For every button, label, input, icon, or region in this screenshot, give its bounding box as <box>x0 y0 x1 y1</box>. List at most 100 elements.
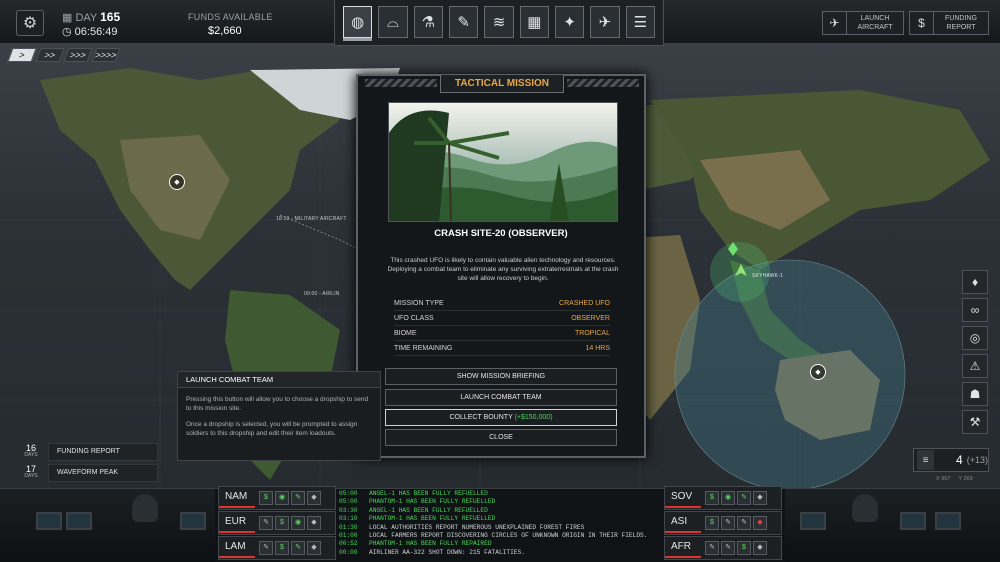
crash-site-title: CRASH SITE-20 (OBSERVER) <box>434 228 568 239</box>
stat-value: CRASHED UFO <box>559 299 610 307</box>
days-unit: DAYS <box>24 473 38 479</box>
regions-left: NAM $ ◉ ✎ ◆ EUR ✎ $ ◉ ◆ LAM ✎ $ ✎ ◆ <box>218 486 336 561</box>
wrench-icon: ✎ <box>737 491 751 505</box>
coord-y: Y 269 <box>958 476 973 482</box>
tactical-mission-dialog: TACTICAL MISSION CRASH SITE-20 (OBSERVER… <box>356 74 646 458</box>
log-time: 00:52 <box>339 540 358 548</box>
launch-combat-team-button[interactable]: LAUNCH COMBAT TEAM <box>385 389 617 406</box>
log-row: 00:00 AIRLINER AA-322 SHOT DOWN: 215 FATA… <box>339 549 661 557</box>
speed-1-button[interactable]: > <box>7 48 37 62</box>
log-row: 01:00 LOCAL FARMERS REPORT DISCOVERING CI… <box>339 532 661 540</box>
stat-key: MISSION TYPE <box>394 299 444 307</box>
cursor-coords: X 967 Y 269 <box>936 476 973 482</box>
speed-4-button[interactable]: >>>> <box>91 48 121 62</box>
binoculars-icon[interactable]: ∞ <box>962 298 988 322</box>
funding-icon: $ <box>737 541 751 555</box>
log-message: ANGEL-1 HAS BEEN FULLY REFUELLED <box>369 506 488 514</box>
wrench-icon: ✎ <box>259 541 273 555</box>
log-time: 00:00 <box>339 548 358 556</box>
log-time: 01:00 <box>339 532 358 540</box>
launch-aircraft-button[interactable]: ✈ LAUNCH AIRCRAFT <box>822 11 904 35</box>
top-bar: ⚙ ▦ DAY 165 ◷ 06:56:49 FUNDS AVAILABLE $… <box>0 0 1000 46</box>
region-afr[interactable]: AFR ✎ ✎ $ ◆ <box>664 536 782 560</box>
log-message: AIRLINER AA-322 SHOT DOWN: 215 FATALITIE… <box>369 548 525 556</box>
region-sov[interactable]: SOV $ ◉ ✎ ◆ <box>664 486 782 510</box>
flight-label-military: 18:10 - MILITARY AIRCRAFT <box>276 216 347 222</box>
base-marker[interactable]: ◆ <box>810 364 826 380</box>
geoscape-icon[interactable]: ◍ <box>343 6 373 38</box>
stat-key: UFO CLASS <box>394 314 434 322</box>
research-icon[interactable]: ⚗ <box>413 6 443 38</box>
stat-key: TIME REMAINING <box>394 344 453 352</box>
radar-icon[interactable]: ◎ <box>962 326 988 350</box>
wrench-icon: ✎ <box>291 491 305 505</box>
soldier-count[interactable]: ≡ 4 (+13) <box>913 448 989 472</box>
log-message: LOCAL FARMERS REPORT DISCOVERING CIRCLES… <box>369 532 648 540</box>
event-log: 05:00 ANGEL-1 HAS BEEN FULLY REFUELLED 05… <box>339 490 661 560</box>
aircraft-icon[interactable]: ✈ <box>590 6 620 38</box>
days-unit: DAYS <box>24 452 38 458</box>
event-label: WAVEFORM PEAK <box>48 464 158 482</box>
engineering-icon[interactable]: ✎ <box>448 6 479 38</box>
region-nam[interactable]: NAM $ ◉ ✎ ◆ <box>218 486 336 510</box>
close-button[interactable]: CLOSE <box>385 429 617 446</box>
clock-value: 06:56:49 <box>74 26 118 38</box>
shield-icon: ◆ <box>307 491 321 505</box>
archive-icon[interactable]: ☰ <box>625 6 655 38</box>
log-message: PHANTOM-1 HAS BEEN FULLY REFUELLED <box>369 515 496 523</box>
log-time: 05:00 <box>339 498 358 506</box>
base-marker[interactable]: ◆ <box>169 174 185 190</box>
wrench-icon: ✎ <box>705 541 719 555</box>
event-label: FUNDING REPORT <box>48 443 158 461</box>
tooltip-paragraph: Pressing this button will allow you to c… <box>186 396 369 412</box>
log-row: 05:00 PHANTOM-1 HAS BEEN FULLY REFUELLED <box>339 498 661 506</box>
upcoming-event-waveform-peak[interactable]: 17 DAYS WAVEFORM PEAK <box>20 464 158 482</box>
tooltip-title: LAUNCH COMBAT TEAM <box>178 372 380 388</box>
monitor <box>180 512 206 530</box>
region-lam[interactable]: LAM ✎ $ ✎ ◆ <box>218 536 336 560</box>
right-toolbar: ♦ ∞ ◎ ⚠ ☗ ⚒ <box>962 270 988 434</box>
shield-icon: ◆ <box>307 516 321 530</box>
warning-icon[interactable]: ⚠ <box>962 354 988 378</box>
launch-aircraft-label: LAUNCH AIRCRAFT <box>857 15 893 31</box>
shield-icon: ◆ <box>753 541 767 555</box>
funding-report-button[interactable]: $ FUNDING REPORT <box>909 11 989 35</box>
log-row: 05:00 ANGEL-1 HAS BEEN FULLY REFUELLED <box>339 490 661 498</box>
hangar-icon[interactable]: ⌓ <box>378 6 408 38</box>
days-counter: 16 DAYS <box>20 444 42 459</box>
upcoming-event-funding-report[interactable]: 16 DAYS FUNDING REPORT <box>20 443 158 461</box>
eye-icon: ◉ <box>291 516 305 530</box>
wrench-icon: ✎ <box>721 516 735 530</box>
speed-2-button[interactable]: >> <box>35 48 65 62</box>
region-asi[interactable]: ASI $ ✎ ✎ ◆ <box>664 511 782 535</box>
jungle-scene-image <box>388 102 618 222</box>
show-mission-briefing-button[interactable]: SHOW MISSION BRIEFING <box>385 368 617 385</box>
log-time: 01:30 <box>339 523 358 531</box>
crystal-icon[interactable]: ♦ <box>962 270 988 294</box>
log-message: PHANTOM-1 HAS BEEN FULLY REFUELLED <box>369 498 496 506</box>
engineering-icon[interactable]: ⚒ <box>962 410 988 434</box>
weapons-icon[interactable]: ✦ <box>554 6 585 38</box>
region-name: NAM <box>219 488 255 508</box>
time-speed-controls: > >> >>> >>>> <box>7 48 121 62</box>
eye-icon: ◉ <box>275 491 289 505</box>
soldier-icon[interactable]: ☗ <box>962 382 988 406</box>
base-icon[interactable]: ▦ <box>519 6 549 38</box>
settings-gear-icon[interactable]: ⚙ <box>16 10 44 36</box>
collect-bounty-button[interactable]: COLLECT BOUNTY (+$150,000) <box>385 409 617 426</box>
funding-icon: $ <box>705 491 719 505</box>
days-counter: 17 DAYS <box>20 465 42 480</box>
log-time: 05:00 <box>339 490 358 497</box>
day-label: DAY <box>75 12 98 24</box>
log-message: LOCAL AUTHORITIES REPORT NUMEROUS UNEXPL… <box>369 523 585 531</box>
region-name: LAM <box>219 538 255 558</box>
skyhawk-label: SKYHAWK-1 <box>752 273 784 279</box>
stat-value: OBSERVER <box>571 314 610 322</box>
mission-stats: MISSION TYPE CRASHED UFO UFO CLASS OBSERVE… <box>394 296 610 356</box>
tooltip: LAUNCH COMBAT TEAM Pressing this button … <box>177 371 381 461</box>
log-message: ANGEL-1 HAS BEEN FULLY REFUELLED <box>369 490 488 497</box>
soldiers-icon[interactable]: ≋ <box>484 6 514 38</box>
log-row: 03:30 ANGEL-1 HAS BEEN FULLY REFUELLED <box>339 507 661 515</box>
speed-3-button[interactable]: >>> <box>63 48 93 62</box>
region-eur[interactable]: EUR ✎ $ ◉ ◆ <box>218 511 336 535</box>
